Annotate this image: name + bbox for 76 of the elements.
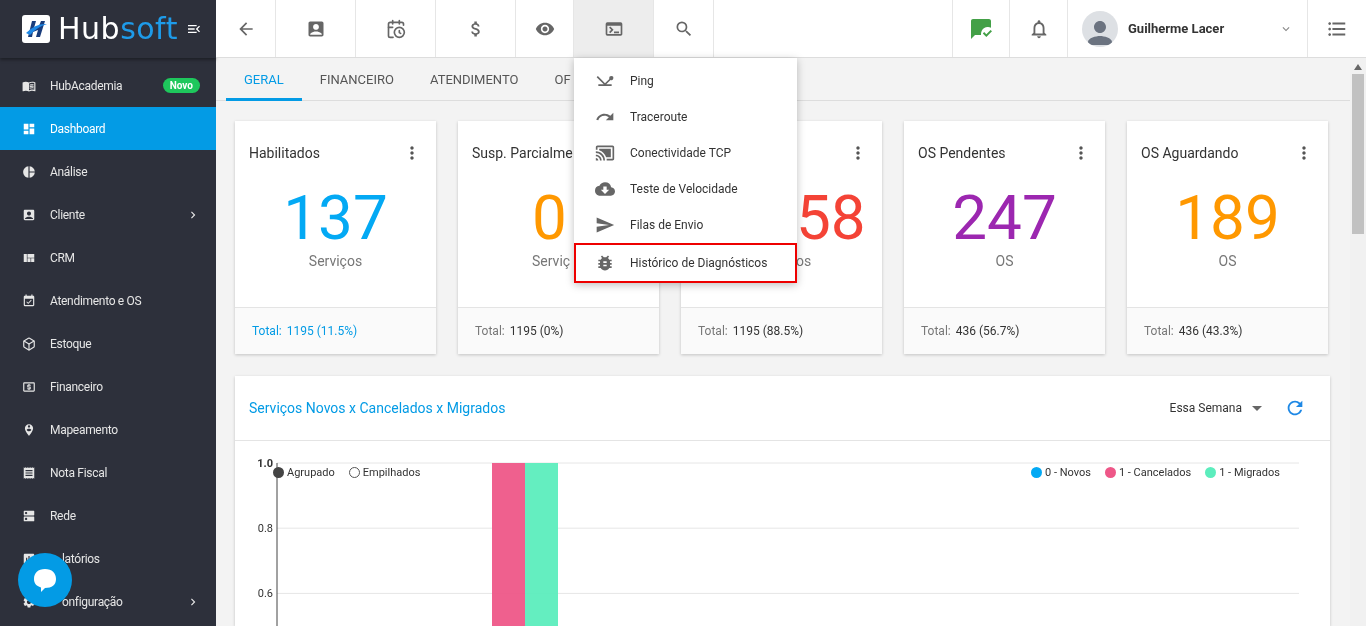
- tab[interactable]: ATENDIMENTO: [411, 58, 537, 101]
- sidebar-item[interactable]: Mapeamento: [0, 408, 216, 451]
- cast-icon: [595, 143, 615, 163]
- stat-unit: Serviços: [308, 253, 363, 269]
- period-select[interactable]: Essa Semana: [1169, 401, 1262, 415]
- new-badge: Novo: [162, 78, 200, 93]
- total-label: Total:: [921, 324, 951, 338]
- menu-item-icon: [22, 121, 36, 136]
- menu-item-icon: [22, 508, 36, 523]
- menu-item-icon: [22, 207, 36, 222]
- total-label: Total:: [1144, 324, 1174, 338]
- mode-radio[interactable]: Empilhados: [348, 466, 421, 479]
- stat-value: 189: [1175, 185, 1280, 251]
- sidebar-item[interactable]: Rede: [0, 494, 216, 537]
- menu-item-icon: [22, 379, 36, 394]
- menu-item[interactable]: Conectividade TCP: [574, 135, 797, 171]
- scrollbar-thumb[interactable]: [1352, 74, 1364, 234]
- sidebar-item[interactable]: Nota Fiscal: [0, 451, 216, 494]
- menu-item-icon: [22, 164, 36, 179]
- total-label: Total:: [698, 324, 728, 338]
- legend-label[interactable]: 1 - Cancelados: [1118, 466, 1192, 479]
- stat-value: 137: [283, 185, 388, 251]
- axis-tick-label: 0.6: [257, 587, 273, 601]
- card-title: OS Aguardando: [1141, 145, 1239, 161]
- menu-item-icon: [22, 293, 36, 308]
- menu-item[interactable]: Traceroute: [574, 99, 797, 135]
- menu-item[interactable]: Ping: [574, 63, 797, 99]
- card-title: Susp. Parcialme: [472, 145, 573, 161]
- total-value: 436 (56.7%): [955, 324, 1020, 338]
- bug-icon: [595, 253, 615, 273]
- calendar-clock-icon: [385, 18, 406, 39]
- card-title: OS Pendentes: [918, 145, 1006, 161]
- scroll-up-arrow-icon[interactable]: [1354, 64, 1362, 70]
- stat-value: 247: [952, 185, 1057, 251]
- total-value: 1195 (88.5%): [732, 324, 804, 338]
- cloud-download-icon: [595, 179, 615, 199]
- toolbar-button[interactable]: [574, 0, 654, 57]
- logo-icon: [22, 15, 50, 43]
- send-icon: [595, 215, 615, 235]
- total-value: 1195 (0%): [509, 324, 564, 338]
- total-label: Total:: [475, 324, 505, 338]
- total-value: 436 (43.3%): [1178, 324, 1243, 338]
- stat-unit: Serviç: [532, 253, 571, 269]
- menu-item[interactable]: Histórico de Diagnósticos: [574, 243, 797, 283]
- mode-radio[interactable]: Agrupado: [273, 466, 335, 479]
- axis-tick-label: 1.0: [257, 457, 273, 470]
- menu-item-icon: [22, 422, 36, 437]
- sidebar-item[interactable]: Análise: [0, 150, 216, 193]
- sidebar-item[interactable]: Atendimento e OS: [0, 279, 216, 322]
- sidebar-item[interactable]: CRM: [0, 236, 216, 279]
- avatar: [1082, 10, 1118, 47]
- legend-label[interactable]: 1 - Migrados: [1219, 466, 1280, 479]
- logo-text: Hubsoft: [58, 14, 178, 44]
- chat-check-icon[interactable]: [969, 16, 993, 41]
- menu-item-icon: [22, 465, 36, 480]
- menu-item[interactable]: Filas de Envio: [574, 207, 797, 243]
- sidebar-item[interactable]: HubAcademia Novo: [0, 64, 216, 107]
- stat-unit: OS: [1218, 253, 1237, 269]
- stat-unit: os: [796, 253, 812, 269]
- stat-value: 0: [532, 185, 567, 251]
- mode-label: Agrupado: [287, 466, 335, 479]
- card-title: Habilitados: [249, 145, 320, 161]
- stat-value: 58: [796, 185, 866, 251]
- panel-title: Serviços Novos x Cancelados x Migrados: [249, 400, 507, 416]
- sidebar-item[interactable]: Financeiro: [0, 365, 216, 408]
- chat-bubble-icon: [32, 567, 58, 593]
- sidebar-item[interactable]: Estoque: [0, 322, 216, 365]
- sidebar-item[interactable]: Cliente: [0, 193, 216, 236]
- dropdown-caret-icon: [1252, 405, 1262, 411]
- axis-tick-label: 0.8: [257, 522, 273, 536]
- tab[interactable]: FINANCEIRO: [301, 58, 412, 101]
- mode-label: Empilhados: [362, 466, 421, 479]
- stat-unit: OS: [995, 253, 1014, 269]
- menu-item-icon: [22, 336, 36, 351]
- menu-item[interactable]: Teste de Velocidade: [574, 171, 797, 207]
- legend-label[interactable]: 0 - Novos: [1044, 466, 1091, 479]
